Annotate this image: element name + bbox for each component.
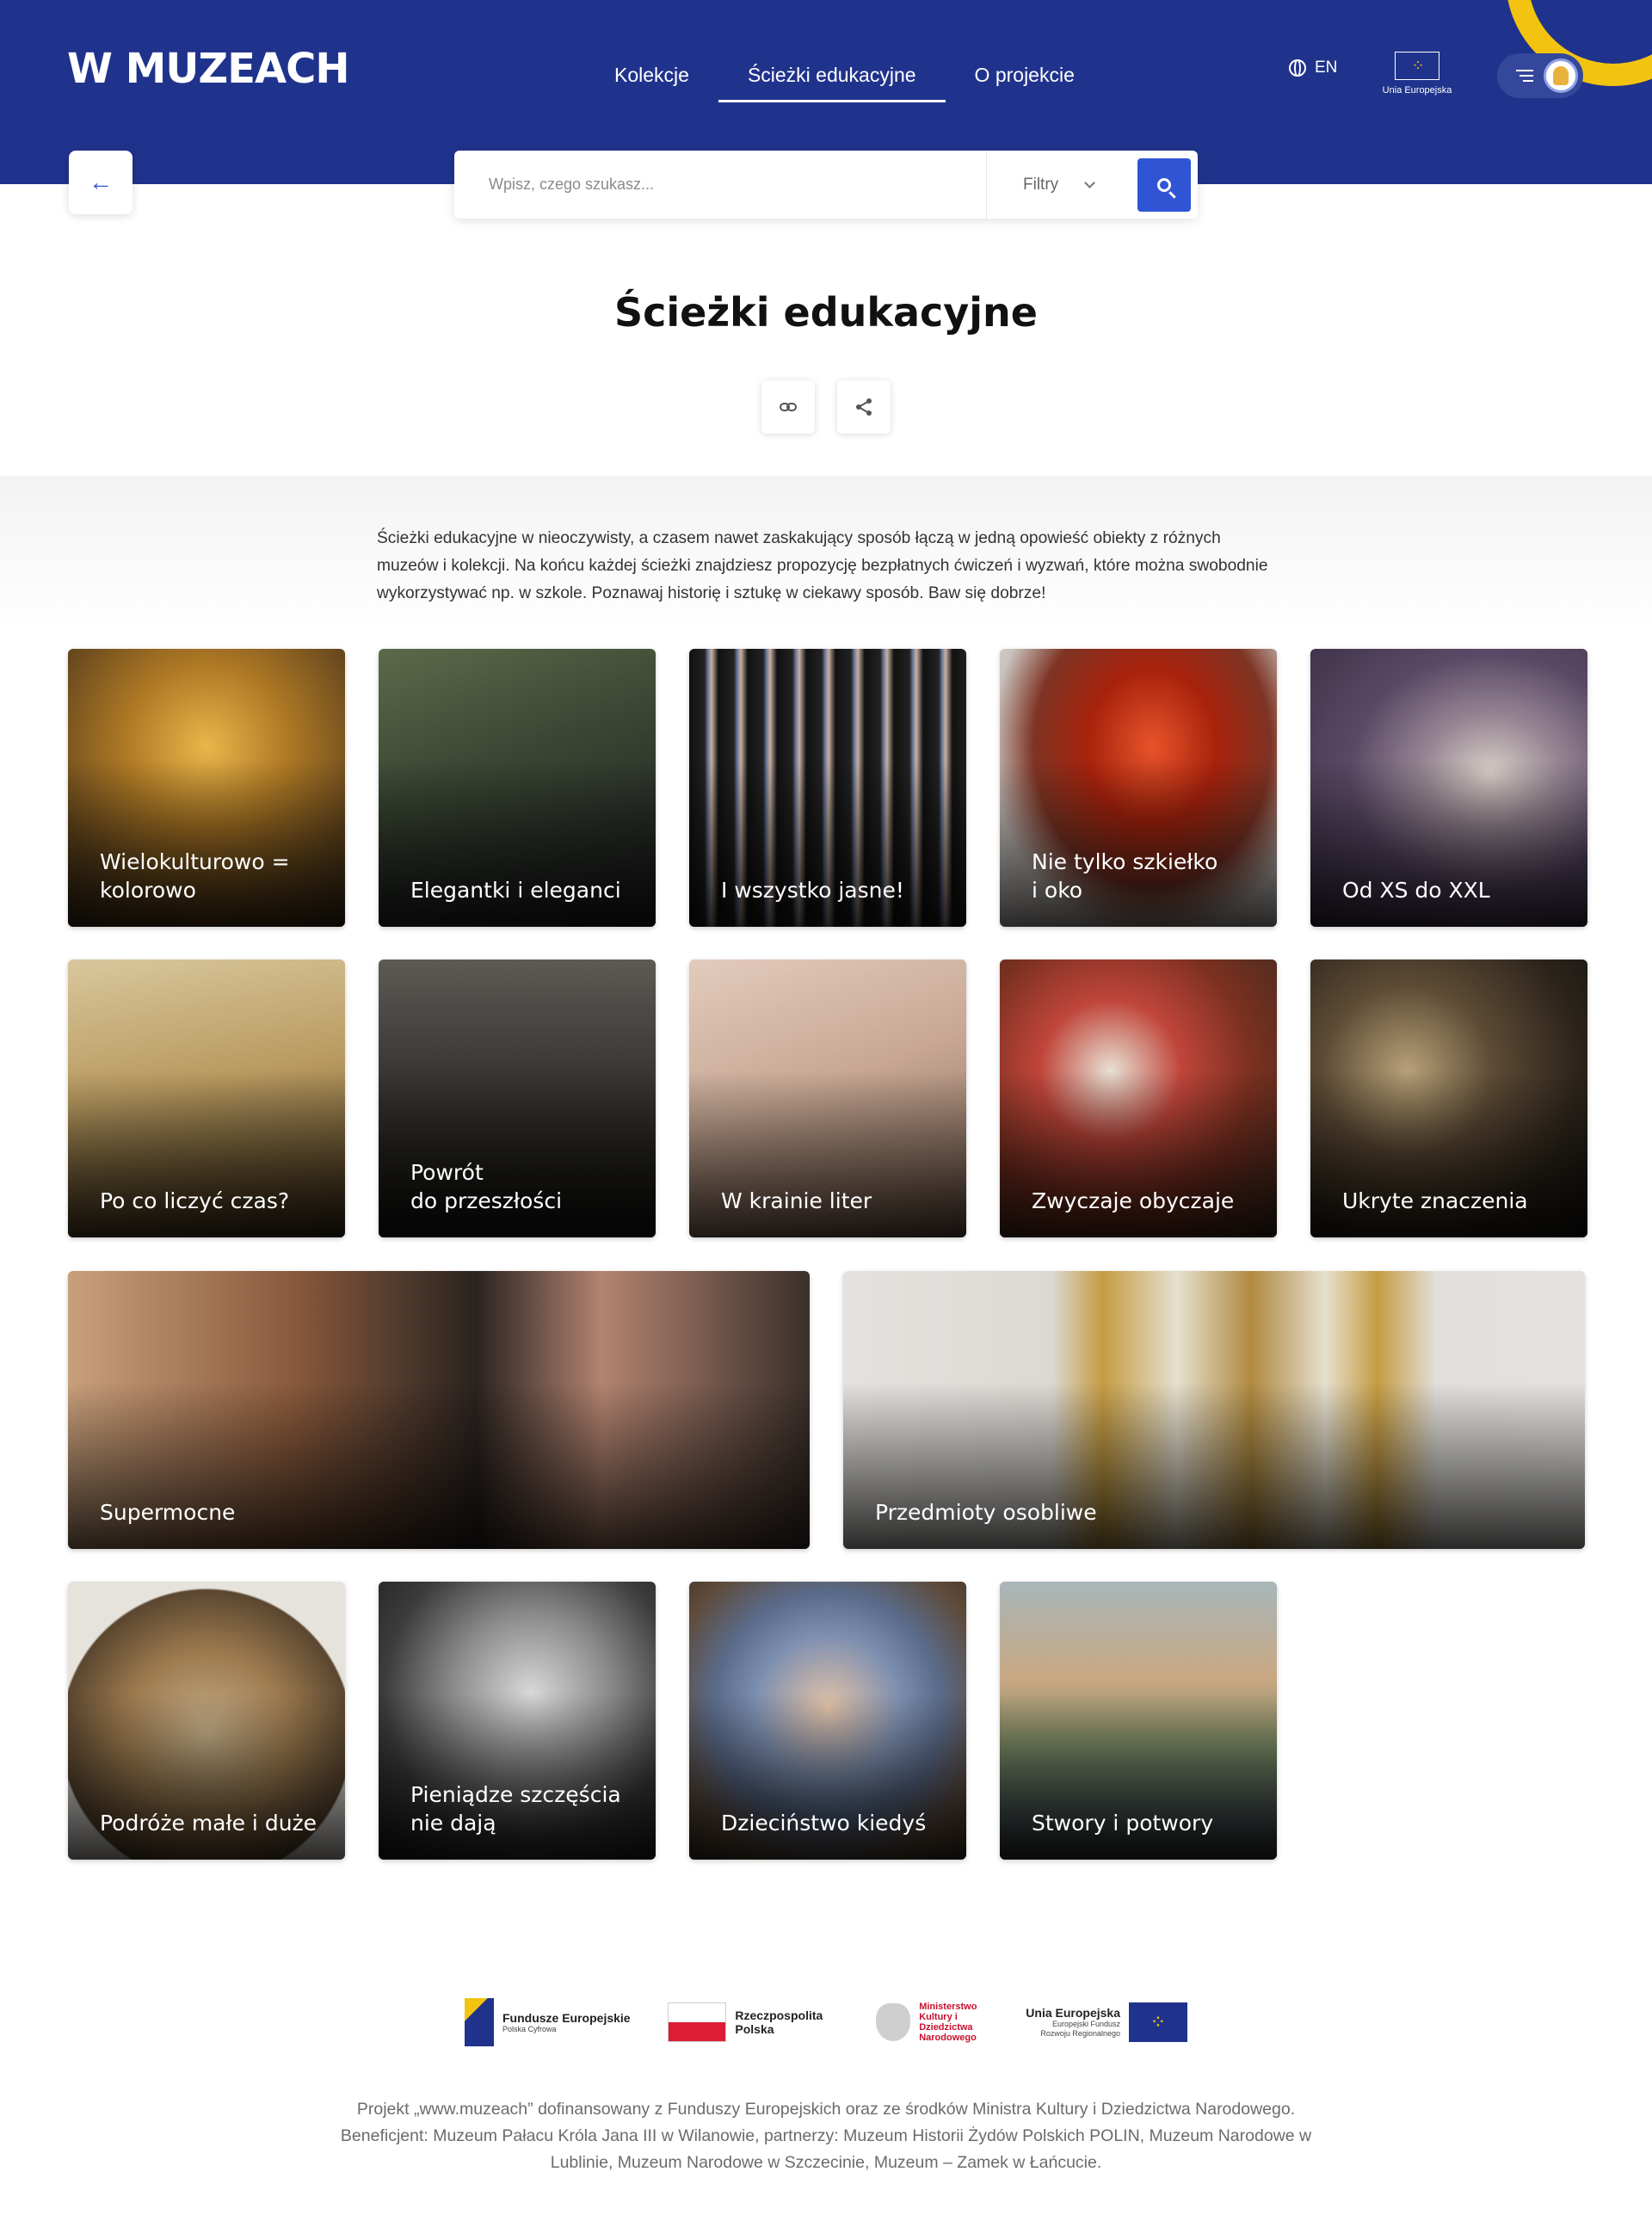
language-label: EN <box>1315 59 1338 77</box>
card-title: Wielokulturowo = kolorowo <box>100 849 290 903</box>
path-card[interactable]: Ukryte znaczenia <box>1310 959 1587 1237</box>
card-title: I wszystko jasne! <box>721 878 904 903</box>
path-card[interactable]: Podróże małe i duże <box>68 1582 345 1860</box>
copy-link-button[interactable] <box>761 380 815 434</box>
path-card[interactable]: Od XS do XXL <box>1310 649 1587 927</box>
card-title: W krainie liter <box>721 1188 872 1213</box>
nav-o-projekcie[interactable]: O projekcie <box>946 53 1104 102</box>
page-actions <box>761 380 891 434</box>
share-button[interactable] <box>837 380 891 434</box>
eu-badge: ⁘ Unia Europejska <box>1378 52 1456 96</box>
search-icon <box>1157 177 1171 192</box>
menu-button[interactable] <box>1497 53 1583 98</box>
card-title: Powrót do przeszłości <box>410 1160 563 1213</box>
arrow-left-icon: ← <box>89 169 113 195</box>
path-card[interactable]: Dzieciństwo kiedyś <box>689 1582 966 1860</box>
logo-ministerstwo: Ministerstwo Kultury i Dziedzictwa Narod… <box>876 2002 988 2043</box>
page-title: Ścieżki edukacyjne <box>614 289 1038 336</box>
eu-label: Unia Europejska <box>1382 85 1452 96</box>
path-card[interactable]: Pieniądze szczęścia nie dają <box>379 1582 656 1860</box>
card-title: Pieniądze szczęścia nie dają <box>410 1782 621 1836</box>
card-title: Elegantki i eleganci <box>410 878 621 903</box>
path-card[interactable]: Elegantki i eleganci <box>379 649 656 927</box>
path-card[interactable]: Nie tylko szkiełko i oko <box>1000 649 1277 927</box>
link-icon <box>780 403 797 411</box>
card-title: Nie tylko szkiełko i oko <box>1032 849 1218 903</box>
back-button[interactable]: ← <box>69 151 133 214</box>
avatar <box>1544 59 1578 93</box>
globe-icon <box>1289 59 1306 77</box>
site-logo[interactable]: W MUZEACH <box>67 45 350 93</box>
search-button[interactable] <box>1137 157 1191 212</box>
main-nav: Kolekcje Ścieżki edukacyjne O projekcie <box>585 53 1104 102</box>
nav-kolekcje[interactable]: Kolekcje <box>585 53 718 102</box>
card-title: Przedmioty osobliwe <box>875 1500 1097 1525</box>
search-input[interactable] <box>454 151 986 219</box>
nav-sciezki-edukacyjne[interactable]: Ścieżki edukacyjne <box>718 53 946 102</box>
path-card[interactable]: W krainie liter <box>689 959 966 1237</box>
path-card[interactable]: Stwory i potwory <box>1000 1582 1277 1860</box>
path-card[interactable]: Supermocne <box>68 1271 810 1549</box>
card-title: Od XS do XXL <box>1342 878 1490 903</box>
path-card[interactable]: Przedmioty osobliwe <box>843 1271 1585 1549</box>
filters-dropdown[interactable]: Filtry <box>986 151 1137 219</box>
logo-fundusze-europejskie: Fundusze Europejskie Polska Cyfrowa <box>465 1998 631 2046</box>
polish-flag-icon <box>668 2002 727 2042</box>
filters-label: Filtry <box>1023 175 1059 194</box>
menu-icon <box>1514 70 1533 82</box>
path-card[interactable]: I wszystko jasne! <box>689 649 966 927</box>
path-card[interactable]: Powrót do przeszłości <box>379 959 656 1237</box>
card-title: Stwory i potwory <box>1032 1811 1214 1836</box>
card-title: Ukryte znaczenia <box>1342 1188 1528 1213</box>
path-card[interactable]: Zwyczaje obyczaje <box>1000 959 1277 1237</box>
intro-text: Ścieżki edukacyjne w nieoczywisty, a cza… <box>377 529 1268 602</box>
footer-logos: Fundusze Europejskie Polska Cyfrowa Rzec… <box>465 1998 1187 2046</box>
share-icon <box>856 398 872 416</box>
card-title: Dzieciństwo kiedyś <box>721 1811 927 1836</box>
language-switch[interactable]: EN <box>1289 59 1337 77</box>
chevron-down-icon <box>1084 176 1096 188</box>
path-card[interactable]: Po co liczyć czas? <box>68 959 345 1237</box>
fe-icon <box>465 1998 494 2046</box>
card-title: Podróże małe i duże <box>100 1811 317 1836</box>
card-title: Po co liczyć czas? <box>100 1188 290 1213</box>
search-bar: Filtry <box>454 151 1198 219</box>
card-title: Supermocne <box>100 1500 236 1525</box>
logo-unia-europejska: Unia Europejska Europejski Fundusz Rozwo… <box>1026 2002 1187 2042</box>
eu-flag-icon: ⁘ <box>1395 52 1439 80</box>
card-title: Zwyczaje obyczaje <box>1032 1188 1235 1213</box>
eagle-emblem-icon <box>876 2003 911 2041</box>
path-card[interactable]: Wielokulturowo = kolorowo <box>68 649 345 927</box>
footer-text: Projekt „www.muzeach” dofinansowany z Fu… <box>340 2100 1312 2172</box>
eu-flag-icon: ⁘ <box>1128 2002 1187 2042</box>
logo-rzeczpospolita-polska: Rzeczpospolita Polska <box>668 2002 838 2042</box>
